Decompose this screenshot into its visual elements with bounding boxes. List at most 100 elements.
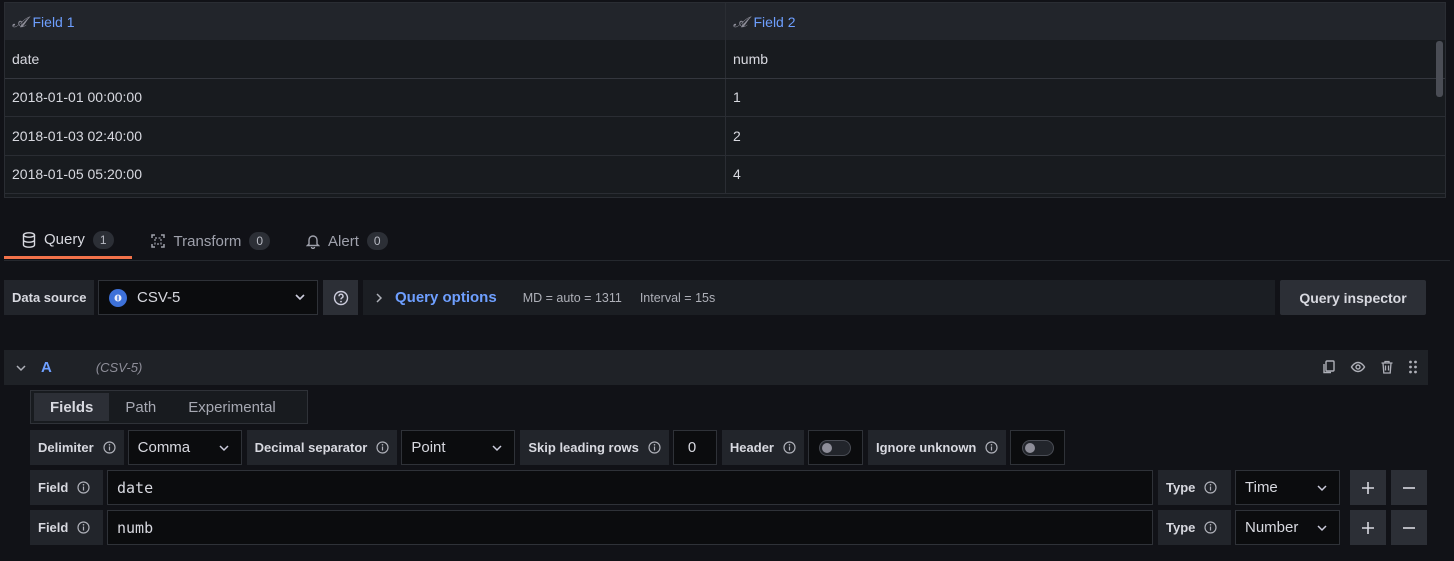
query-row-actions bbox=[1321, 359, 1418, 375]
query-ref-id[interactable]: A bbox=[41, 359, 52, 376]
interval-value: Interval = 15s bbox=[639, 290, 716, 305]
count-badge: 1 bbox=[92, 230, 114, 249]
eye-icon[interactable] bbox=[1350, 359, 1366, 375]
chevron-down-icon bbox=[219, 444, 229, 452]
label-text: Ignore unknown bbox=[875, 440, 977, 455]
toggle-knob bbox=[822, 442, 833, 453]
plus-icon bbox=[1361, 481, 1375, 495]
csv-editor-tabs: Fields Path Experimental bbox=[30, 390, 308, 424]
table-cell: 2018-01-05 05:20:00 bbox=[12, 166, 142, 183]
table-row: 2018-01-03 02:40:00 2 bbox=[5, 117, 1445, 156]
decimal-separator-select[interactable]: Point bbox=[401, 430, 516, 465]
query-row-header[interactable]: A (CSV-5) bbox=[4, 350, 1428, 385]
delimiter-select[interactable]: Comma bbox=[127, 430, 242, 465]
datasource-help-button[interactable] bbox=[323, 280, 358, 315]
label-text: Skip leading rows bbox=[528, 440, 639, 455]
datasource-picker[interactable]: CSV-5 bbox=[98, 280, 318, 315]
info-icon[interactable] bbox=[1204, 481, 1217, 494]
table-row: 2018-01-01 00:00:00 1 bbox=[5, 78, 1445, 117]
query-options-toggle[interactable]: Query options MD = auto = 1311 Interval … bbox=[363, 280, 1275, 315]
skip-leading-rows-label: Skip leading rows bbox=[520, 430, 669, 465]
query-toolbar: Data source CSV-5 Query options MD = aut… bbox=[4, 280, 1426, 315]
ignore-unknown-toggle[interactable] bbox=[1010, 430, 1066, 465]
tab-transform[interactable]: Transform 0 bbox=[132, 223, 288, 259]
toggle-switch[interactable] bbox=[1021, 439, 1054, 456]
table-cell: numb bbox=[725, 40, 1445, 78]
count-badge: 0 bbox=[366, 232, 388, 250]
add-field-button[interactable] bbox=[1350, 470, 1386, 505]
trash-icon[interactable] bbox=[1379, 359, 1395, 375]
string-type-icon: 𝓐 bbox=[12, 12, 27, 31]
tab-query[interactable]: Query 1 bbox=[4, 223, 132, 259]
info-icon[interactable] bbox=[77, 521, 90, 534]
table-row: 2018-01-05 05:20:00 4 bbox=[5, 155, 1445, 194]
string-type-icon: 𝓐 bbox=[733, 12, 748, 31]
field-row: Field numb Type Number bbox=[30, 510, 1427, 545]
label-text: Type bbox=[1166, 520, 1196, 535]
info-icon[interactable] bbox=[1204, 521, 1217, 534]
label-text: Type bbox=[1166, 480, 1196, 495]
label-text: Header bbox=[729, 440, 774, 455]
table-cell: 4 bbox=[725, 155, 1445, 193]
minus-icon bbox=[1402, 481, 1416, 495]
select-value: Time bbox=[1245, 479, 1278, 496]
chevron-down-icon[interactable] bbox=[16, 364, 26, 372]
chevron-down-icon bbox=[492, 444, 502, 452]
add-field-button[interactable] bbox=[1350, 510, 1386, 545]
field-type-select[interactable]: Time bbox=[1235, 470, 1340, 505]
tab-alert[interactable]: Alert 0 bbox=[288, 223, 406, 259]
field-type-select[interactable]: Number bbox=[1235, 510, 1340, 545]
info-icon[interactable] bbox=[648, 441, 661, 454]
column-header-field-2[interactable]: 𝓐 Field 2 bbox=[725, 3, 1445, 40]
remove-field-button[interactable] bbox=[1391, 470, 1427, 505]
label-text: Decimal separator bbox=[254, 440, 368, 455]
tab-fields[interactable]: Fields bbox=[34, 393, 110, 421]
tab-label: Alert bbox=[328, 232, 359, 250]
tab-experimental[interactable]: Experimental bbox=[172, 393, 292, 421]
table-cell: 2018-01-01 00:00:00 bbox=[12, 89, 142, 106]
drag-handle-icon[interactable] bbox=[1408, 359, 1418, 375]
field-label: Field bbox=[30, 470, 103, 505]
select-value: Number bbox=[1245, 519, 1299, 536]
toggle-switch[interactable] bbox=[819, 439, 852, 456]
table-header: 𝓐 Field 1 𝓐 Field 2 bbox=[5, 3, 1445, 40]
tab-path[interactable]: Path bbox=[109, 393, 172, 421]
header-toggle[interactable] bbox=[807, 430, 863, 465]
info-icon[interactable] bbox=[103, 441, 116, 454]
transform-icon bbox=[150, 233, 166, 249]
duplicate-icon[interactable] bbox=[1321, 359, 1337, 375]
query-inspector-button[interactable]: Query inspector bbox=[1280, 280, 1426, 315]
chevron-down-icon bbox=[1317, 524, 1327, 532]
data-table: 𝓐 Field 1 𝓐 Field 2 date numb 2018-01-01… bbox=[4, 2, 1446, 198]
minus-icon bbox=[1402, 521, 1416, 535]
table-cell: 2018-01-03 02:40:00 bbox=[12, 127, 142, 144]
delimiter-label: Delimiter bbox=[30, 430, 124, 465]
table-cell: 2 bbox=[725, 117, 1445, 155]
label-text: Delimiter bbox=[38, 440, 94, 455]
csv-datasource-icon bbox=[109, 288, 127, 307]
remove-field-button[interactable] bbox=[1391, 510, 1427, 545]
plus-icon bbox=[1361, 521, 1375, 535]
chevron-down-icon bbox=[295, 293, 305, 301]
type-label: Type bbox=[1158, 470, 1231, 505]
label-text: Field bbox=[38, 520, 69, 535]
info-icon[interactable] bbox=[77, 481, 90, 494]
table-scrollbar[interactable] bbox=[1436, 41, 1443, 97]
skip-leading-rows-input[interactable]: 0 bbox=[672, 430, 717, 465]
column-header-field-1[interactable]: 𝓐 Field 1 bbox=[5, 3, 725, 40]
field-name-input[interactable]: numb bbox=[107, 510, 1153, 545]
toggle-knob bbox=[1024, 442, 1035, 453]
info-icon[interactable] bbox=[783, 441, 796, 454]
info-icon[interactable] bbox=[376, 441, 389, 454]
column-title: Field 1 bbox=[32, 13, 75, 30]
table-cell: 1 bbox=[725, 78, 1445, 116]
info-icon[interactable] bbox=[985, 441, 998, 454]
query-datasource-name: (CSV-5) bbox=[95, 360, 143, 375]
field-name-input[interactable]: date bbox=[107, 470, 1153, 505]
tab-label: Transform bbox=[173, 232, 242, 250]
database-icon bbox=[22, 231, 36, 248]
header-label: Header bbox=[721, 430, 804, 465]
csv-options-row: Delimiter Comma Decimal separator Point … bbox=[30, 430, 1070, 465]
select-value: Point bbox=[411, 439, 446, 456]
field-label: Field bbox=[30, 510, 103, 545]
